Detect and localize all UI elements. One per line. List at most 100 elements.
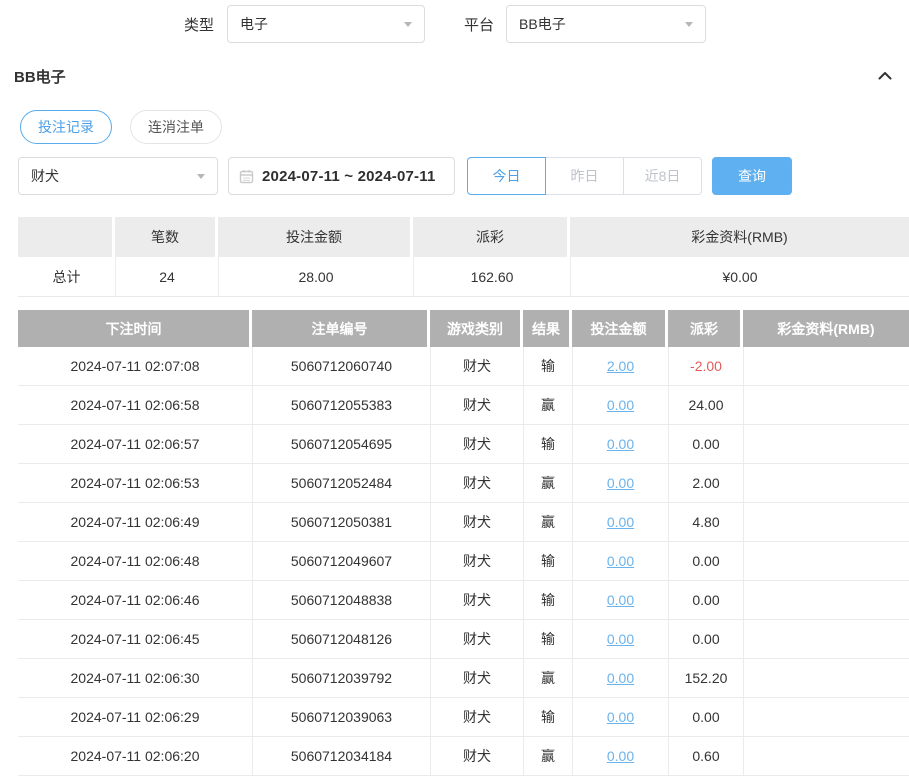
bet-amount-link[interactable]: 0.00 bbox=[607, 748, 634, 764]
table-row: 2024-07-11 02:06:585060712055383财犬赢0.002… bbox=[18, 386, 909, 425]
game-type-cell: 财犬 bbox=[430, 386, 523, 424]
game-type-cell: 财犬 bbox=[430, 425, 523, 463]
bet-time-cell: 2024-07-11 02:06:30 bbox=[18, 659, 252, 697]
bet-amount-cell: 0.00 bbox=[572, 737, 668, 775]
bet-amount-cell: 0.00 bbox=[572, 425, 668, 463]
bonus-cell bbox=[743, 503, 909, 541]
result-cell: 赢 bbox=[523, 737, 572, 775]
table-row: 2024-07-11 02:06:305060712039792财犬赢0.001… bbox=[18, 659, 909, 698]
bet-time-cell: 2024-07-11 02:06:29 bbox=[18, 698, 252, 736]
tab-bet-records[interactable]: 投注记录 bbox=[20, 110, 112, 144]
bet-amount-link[interactable]: 0.00 bbox=[607, 670, 634, 686]
bonus-cell bbox=[743, 620, 909, 658]
game-type-cell: 财犬 bbox=[430, 698, 523, 736]
bet-amount-link[interactable]: 0.00 bbox=[607, 475, 634, 491]
summary-header-row: 笔数 投注金额 派彩 彩金资料(RMB) bbox=[18, 217, 909, 257]
bet-amount-link[interactable]: 0.00 bbox=[607, 709, 634, 725]
collapse-button[interactable] bbox=[875, 66, 895, 86]
bet-amount-cell: 0.00 bbox=[572, 503, 668, 541]
payout-cell: 0.00 bbox=[668, 425, 743, 463]
game-type-cell: 财犬 bbox=[430, 620, 523, 658]
result-cell: 输 bbox=[523, 698, 572, 736]
summary-total-payout: 162.60 bbox=[413, 257, 570, 297]
bet-amount-link[interactable]: 2.00 bbox=[607, 358, 634, 374]
range-button-today[interactable]: 今日 bbox=[467, 157, 546, 195]
search-button[interactable]: 查询 bbox=[712, 157, 792, 195]
date-range-input[interactable]: 2024-07-11 ~ 2024-07-11 bbox=[228, 157, 455, 195]
header-bonus: 彩金资料(RMB) bbox=[743, 310, 909, 347]
bet-amount-link[interactable]: 0.00 bbox=[607, 592, 634, 608]
order-number-cell: 5060712049607 bbox=[252, 542, 430, 580]
payout-cell: 0.00 bbox=[668, 698, 743, 736]
bet-amount-cell: 0.00 bbox=[572, 386, 668, 424]
chevron-down-icon bbox=[197, 174, 205, 179]
bonus-cell bbox=[743, 425, 909, 463]
tab-label: 连消注单 bbox=[148, 117, 204, 137]
bet-time-cell: 2024-07-11 02:06:53 bbox=[18, 464, 252, 502]
bonus-cell bbox=[743, 464, 909, 502]
bet-amount-cell: 0.00 bbox=[572, 464, 668, 502]
game-type-cell: 财犬 bbox=[430, 503, 523, 541]
summary-total-bonus: ¥0.00 bbox=[570, 257, 909, 297]
query-bar: 财犬 2024-07-11 ~ 2024-07-11 今日 昨日 近8日 查询 bbox=[18, 157, 909, 195]
order-number-cell: 5060712050381 bbox=[252, 503, 430, 541]
header-payout: 派彩 bbox=[668, 310, 743, 347]
section-header: BB电子 bbox=[14, 63, 895, 89]
section-title: BB电子 bbox=[14, 66, 66, 87]
bonus-cell bbox=[743, 581, 909, 619]
payout-cell: -2.00 bbox=[668, 347, 743, 385]
bonus-cell bbox=[743, 698, 909, 736]
payout-cell: 4.80 bbox=[668, 503, 743, 541]
bonus-cell bbox=[743, 542, 909, 580]
range-button-group: 今日 昨日 近8日 bbox=[467, 157, 702, 195]
payout-cell: 0.00 bbox=[668, 542, 743, 580]
bonus-cell bbox=[743, 386, 909, 424]
order-number-cell: 5060712048838 bbox=[252, 581, 430, 619]
bet-amount-link[interactable]: 0.00 bbox=[607, 436, 634, 452]
header-bet-amount: 投注金额 bbox=[572, 310, 668, 347]
table-row: 2024-07-11 02:06:575060712054695财犬输0.000… bbox=[18, 425, 909, 464]
date-range-value: 2024-07-11 ~ 2024-07-11 bbox=[262, 168, 436, 185]
header-result: 结果 bbox=[523, 310, 572, 347]
platform-select-value: BB电子 bbox=[519, 14, 566, 34]
payout-cell: 0.00 bbox=[668, 581, 743, 619]
bet-amount-cell: 0.00 bbox=[572, 698, 668, 736]
bet-amount-link[interactable]: 0.00 bbox=[607, 631, 634, 647]
bet-time-cell: 2024-07-11 02:06:20 bbox=[18, 737, 252, 775]
result-cell: 输 bbox=[523, 620, 572, 658]
type-label: 类型 bbox=[184, 14, 214, 35]
result-cell: 输 bbox=[523, 542, 572, 580]
result-cell: 赢 bbox=[523, 464, 572, 502]
bet-amount-cell: 2.00 bbox=[572, 347, 668, 385]
order-number-cell: 5060712052484 bbox=[252, 464, 430, 502]
bonus-cell bbox=[743, 347, 909, 385]
summary-total-row: 总计 24 28.00 162.60 ¥0.00 bbox=[18, 257, 909, 297]
bet-amount-link[interactable]: 0.00 bbox=[607, 553, 634, 569]
bet-amount-link[interactable]: 0.00 bbox=[607, 397, 634, 413]
order-number-cell: 5060712039792 bbox=[252, 659, 430, 697]
payout-cell: 0.00 bbox=[668, 620, 743, 658]
game-type-cell: 财犬 bbox=[430, 737, 523, 775]
table-row: 2024-07-11 02:06:465060712048838财犬输0.000… bbox=[18, 581, 909, 620]
order-number-cell: 5060712060740 bbox=[252, 347, 430, 385]
type-select[interactable]: 电子 bbox=[227, 5, 425, 43]
range-button-last8days[interactable]: 近8日 bbox=[623, 157, 702, 195]
chevron-down-icon bbox=[685, 22, 693, 27]
platform-select[interactable]: BB电子 bbox=[506, 5, 706, 43]
summary-header-bet-amount: 投注金额 bbox=[218, 217, 413, 257]
range-button-yesterday[interactable]: 昨日 bbox=[545, 157, 624, 195]
game-select[interactable]: 财犬 bbox=[18, 157, 218, 195]
game-type-cell: 财犬 bbox=[430, 542, 523, 580]
result-cell: 赢 bbox=[523, 503, 572, 541]
payout-cell: 0.60 bbox=[668, 737, 743, 775]
bet-amount-cell: 0.00 bbox=[572, 659, 668, 697]
result-cell: 输 bbox=[523, 425, 572, 463]
order-number-cell: 5060712055383 bbox=[252, 386, 430, 424]
order-number-cell: 5060712034184 bbox=[252, 737, 430, 775]
table-body: 2024-07-11 02:07:085060712060740财犬输2.00-… bbox=[18, 347, 909, 776]
bet-amount-link[interactable]: 0.00 bbox=[607, 514, 634, 530]
result-cell: 赢 bbox=[523, 659, 572, 697]
tab-cancelled-orders[interactable]: 连消注单 bbox=[130, 110, 222, 144]
summary-header-count: 笔数 bbox=[115, 217, 218, 257]
bet-time-cell: 2024-07-11 02:06:45 bbox=[18, 620, 252, 658]
